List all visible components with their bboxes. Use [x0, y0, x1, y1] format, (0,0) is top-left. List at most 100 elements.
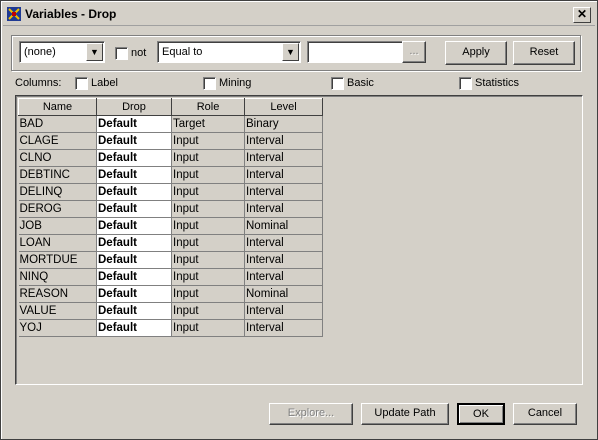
drop-cell[interactable]: Default [96, 115, 172, 133]
level-cell: Binary [244, 115, 323, 133]
role-cell: Input [171, 319, 245, 337]
drop-cell[interactable]: Default [96, 166, 172, 184]
mining-column-checkbox[interactable] [203, 77, 216, 90]
role-cell: Input [171, 132, 245, 150]
drop-cell[interactable]: Default [96, 285, 172, 303]
variables-dialog: Variables - Drop ✕ (none) ▼ not Equal to… [0, 0, 598, 440]
app-icon [7, 7, 21, 21]
table-row[interactable]: LOAN Default Input Interval [18, 234, 323, 252]
chevron-down-icon[interactable]: ▼ [86, 43, 103, 61]
role-cell: Target [171, 115, 245, 133]
update-path-button[interactable]: Update Path [361, 403, 449, 425]
drop-cell[interactable]: Default [96, 132, 172, 150]
column-header-role[interactable]: Role [171, 98, 245, 116]
operator-select-value: Equal to [162, 46, 203, 58]
field-select-value: (none) [24, 46, 56, 58]
name-cell: DELINQ [18, 183, 97, 201]
variables-table-area[interactable]: Name Drop Role Level BAD Default Target Bin… [15, 95, 583, 385]
table-row[interactable]: CLNO Default Input Interval [18, 149, 323, 167]
name-cell: DEBTINC [18, 166, 97, 184]
level-cell: Interval [244, 183, 323, 201]
statistics-column-label: Statistics [475, 77, 520, 89]
field-select[interactable]: (none) ▼ [19, 41, 105, 63]
role-cell: Input [171, 251, 245, 269]
browse-button[interactable]: ... [402, 41, 426, 63]
table-row[interactable]: DELINQ Default Input Interval [18, 183, 323, 201]
columns-label: Columns: [15, 77, 62, 89]
table-row[interactable]: YOJ Default Input Interval [18, 319, 323, 337]
level-cell: Interval [244, 302, 323, 320]
name-cell: NINQ [18, 268, 97, 286]
role-cell: Input [171, 166, 245, 184]
drop-cell[interactable]: Default [96, 183, 172, 201]
table-row[interactable]: BAD Default Target Binary [18, 115, 323, 133]
level-cell: Nominal [244, 285, 323, 303]
name-cell: YOJ [18, 319, 97, 337]
role-cell: Input [171, 285, 245, 303]
basic-column-label: Basic [347, 77, 374, 89]
basic-column-checkbox[interactable] [331, 77, 344, 90]
name-cell: JOB [18, 217, 97, 235]
table-row[interactable]: REASON Default Input Nominal [18, 285, 323, 303]
explore-button[interactable]: Explore... [269, 403, 353, 425]
table-header-row: Name Drop Role Level [18, 98, 323, 116]
drop-cell[interactable]: Default [96, 319, 172, 337]
statistics-column-checkbox[interactable] [459, 77, 472, 90]
not-label: not [131, 47, 147, 59]
name-cell: CLAGE [18, 132, 97, 150]
table-row[interactable]: DEROG Default Input Interval [18, 200, 323, 218]
drop-cell[interactable]: Default [96, 302, 172, 320]
table-row[interactable]: VALUE Default Input Interval [18, 302, 323, 320]
filter-value-input[interactable] [307, 41, 403, 63]
drop-cell[interactable]: Default [96, 268, 172, 286]
role-cell: Input [171, 268, 245, 286]
level-cell: Interval [244, 251, 323, 269]
drop-cell[interactable]: Default [96, 217, 172, 235]
label-column-checkbox[interactable] [75, 77, 88, 90]
name-cell: DEROG [18, 200, 97, 218]
name-cell: MORTDUE [18, 251, 97, 269]
not-checkbox[interactable] [115, 47, 128, 60]
level-cell: Interval [244, 234, 323, 252]
chevron-down-icon[interactable]: ▼ [282, 43, 299, 61]
column-header-level[interactable]: Level [244, 98, 323, 116]
table-row[interactable]: NINQ Default Input Interval [18, 268, 323, 286]
level-cell: Interval [244, 149, 323, 167]
mining-column-label: Mining [219, 77, 252, 89]
table-row[interactable]: JOB Default Input Nominal [18, 217, 323, 235]
name-cell: REASON [18, 285, 97, 303]
level-cell: Interval [244, 200, 323, 218]
role-cell: Input [171, 234, 245, 252]
drop-cell[interactable]: Default [96, 234, 172, 252]
close-button[interactable]: ✕ [573, 7, 591, 23]
table-row[interactable]: MORTDUE Default Input Interval [18, 251, 323, 269]
title-bar: Variables - Drop ✕ [3, 3, 595, 26]
role-cell: Input [171, 183, 245, 201]
cancel-button[interactable]: Cancel [513, 403, 577, 425]
label-column-label: Label [91, 77, 118, 89]
name-cell: BAD [18, 115, 97, 133]
level-cell: Interval [244, 319, 323, 337]
window-title: Variables - Drop [25, 7, 117, 21]
table-row[interactable]: DEBTINC Default Input Interval [18, 166, 323, 184]
apply-button[interactable]: Apply [445, 41, 507, 65]
level-cell: Interval [244, 132, 323, 150]
close-icon: ✕ [576, 7, 588, 21]
name-cell: LOAN [18, 234, 97, 252]
role-cell: Input [171, 200, 245, 218]
column-header-drop[interactable]: Drop [96, 98, 172, 116]
drop-cell[interactable]: Default [96, 200, 172, 218]
name-cell: VALUE [18, 302, 97, 320]
role-cell: Input [171, 149, 245, 167]
ok-button[interactable]: OK [457, 403, 505, 425]
role-cell: Input [171, 217, 245, 235]
drop-cell[interactable]: Default [96, 149, 172, 167]
name-cell: CLNO [18, 149, 97, 167]
operator-select[interactable]: Equal to ▼ [157, 41, 301, 63]
reset-button[interactable]: Reset [513, 41, 575, 65]
table-row[interactable]: CLAGE Default Input Interval [18, 132, 323, 150]
variables-table: Name Drop Role Level BAD Default Target Bin… [18, 98, 323, 337]
role-cell: Input [171, 302, 245, 320]
drop-cell[interactable]: Default [96, 251, 172, 269]
column-header-name[interactable]: Name [18, 98, 97, 116]
